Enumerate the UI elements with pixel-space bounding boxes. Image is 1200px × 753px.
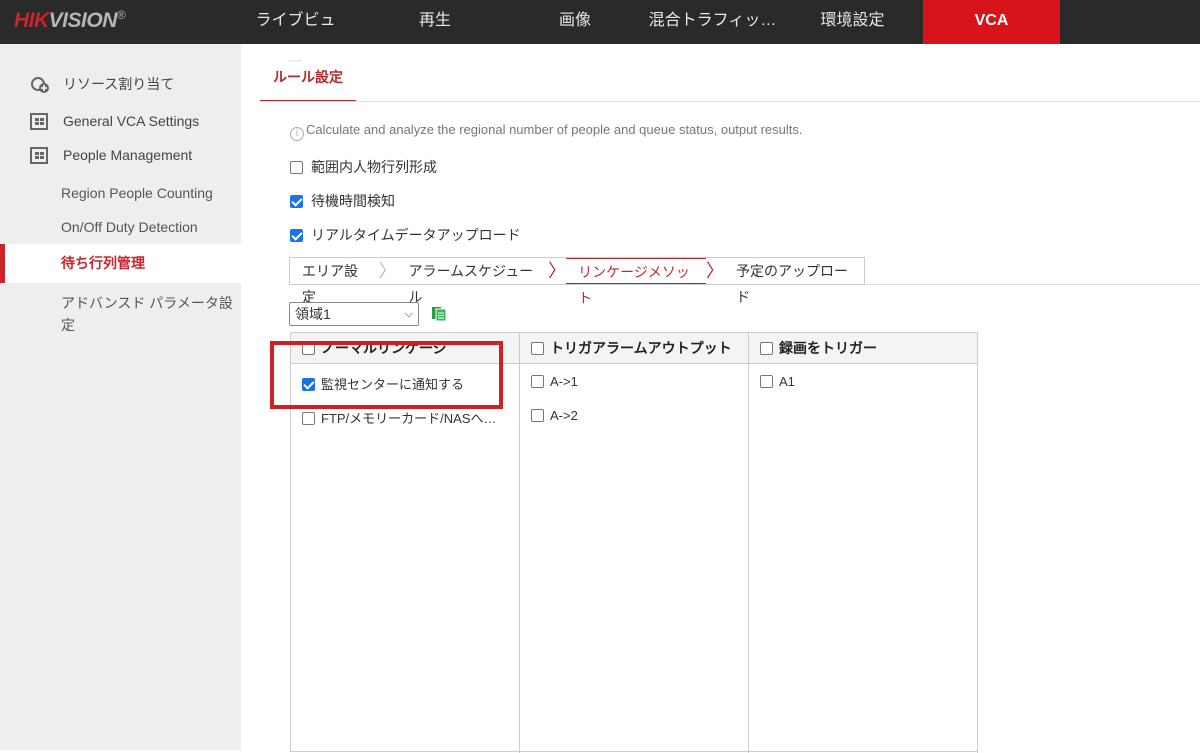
column-trigger-recording: 録画をトリガー A1 (749, 333, 978, 753)
sidebar-item-people-management[interactable]: People Management (0, 136, 241, 174)
nav-live-view[interactable]: ライブビュー (248, 0, 343, 71)
highlight-annotation-box (270, 341, 503, 409)
option-wait-time-detection[interactable]: 待機時間検知 (290, 191, 395, 211)
checkbox[interactable] (760, 342, 773, 355)
step-area-settings[interactable]: エリア設定 (290, 258, 378, 305)
sidebar-item-queue-management[interactable]: 待ち行列管理 (0, 244, 241, 283)
step-tabs: エリア設定〉 アラームスケジュール〉 リンケージメソット〉 予定のアップロード (289, 257, 865, 306)
column-header: トリガアラームアウトプット (520, 333, 748, 364)
divider (864, 284, 1200, 285)
region-select[interactable]: 領域1 ⌵ (289, 302, 419, 326)
top-bar: HIKVISION® ライブビュー 再生 画像 混合トラフィッ… 環境設定 VC… (0, 0, 1200, 71)
checkbox[interactable] (290, 195, 303, 208)
nav-configuration[interactable]: 環境設定 (810, 0, 895, 44)
nav-vca[interactable]: VCA (923, 0, 1060, 44)
grid-icon (30, 147, 48, 164)
info-icon: i (290, 127, 304, 141)
option-queue-formation[interactable]: 範囲内人物行列形成 (290, 157, 437, 177)
hikvision-logo: HIKVISION® (14, 8, 126, 32)
checkbox[interactable] (290, 229, 303, 242)
column-header: 録画をトリガー (749, 333, 977, 364)
sidebar-item-on-off-duty[interactable]: On/Off Duty Detection (0, 208, 241, 246)
resource-icon (31, 77, 49, 93)
step-alarm-schedule[interactable]: アラームスケジュール (396, 258, 548, 305)
step-linkage-method[interactable]: リンケージメソット (566, 258, 706, 306)
list-item[interactable]: FTP/メモリーカード/NASへ… (302, 408, 497, 427)
sidebar-item-advanced-parameters[interactable]: アドバンスド パラメータ設定 (0, 290, 241, 336)
grid-icon (30, 113, 48, 130)
nav-image[interactable]: 画像 (540, 0, 610, 44)
nav-mixed-traffic[interactable]: 混合トラフィッ… (640, 0, 785, 44)
checkbox[interactable] (531, 375, 544, 388)
sidebar-item-general-vca[interactable]: General VCA Settings (0, 102, 241, 140)
checkbox[interactable] (290, 161, 303, 174)
option-realtime-upload[interactable]: リアルタイムデータアップロード (290, 225, 521, 245)
nav-playback[interactable]: 再生 (400, 0, 470, 44)
list-item[interactable]: A->1 (531, 374, 578, 389)
info-text: i Calculate and analyze the regional numb… (290, 122, 803, 141)
checkbox[interactable] (531, 409, 544, 422)
sidebar: リソース割り当て General VCA Settings People Man… (0, 44, 241, 750)
tab-rule-settings[interactable]: ルール設定 (260, 62, 356, 102)
list-item[interactable]: A1 (760, 374, 795, 389)
checkbox[interactable] (531, 342, 544, 355)
list-item[interactable]: A->2 (531, 408, 578, 423)
checkbox[interactable] (302, 412, 315, 425)
column-trigger-alarm-output: トリガアラームアウトプット A->1 A->2 (520, 333, 749, 753)
checkbox[interactable] (760, 375, 773, 388)
tab-divider (260, 101, 1200, 102)
copy-icon[interactable] (431, 306, 447, 322)
chevron-down-icon: ⌵ (404, 308, 413, 320)
sidebar-item-resource[interactable]: リソース割り当て (0, 65, 241, 103)
step-scheduled-upload[interactable]: 予定のアップロード (724, 258, 864, 305)
sidebar-item-region-people-counting[interactable]: Region People Counting (0, 174, 241, 212)
